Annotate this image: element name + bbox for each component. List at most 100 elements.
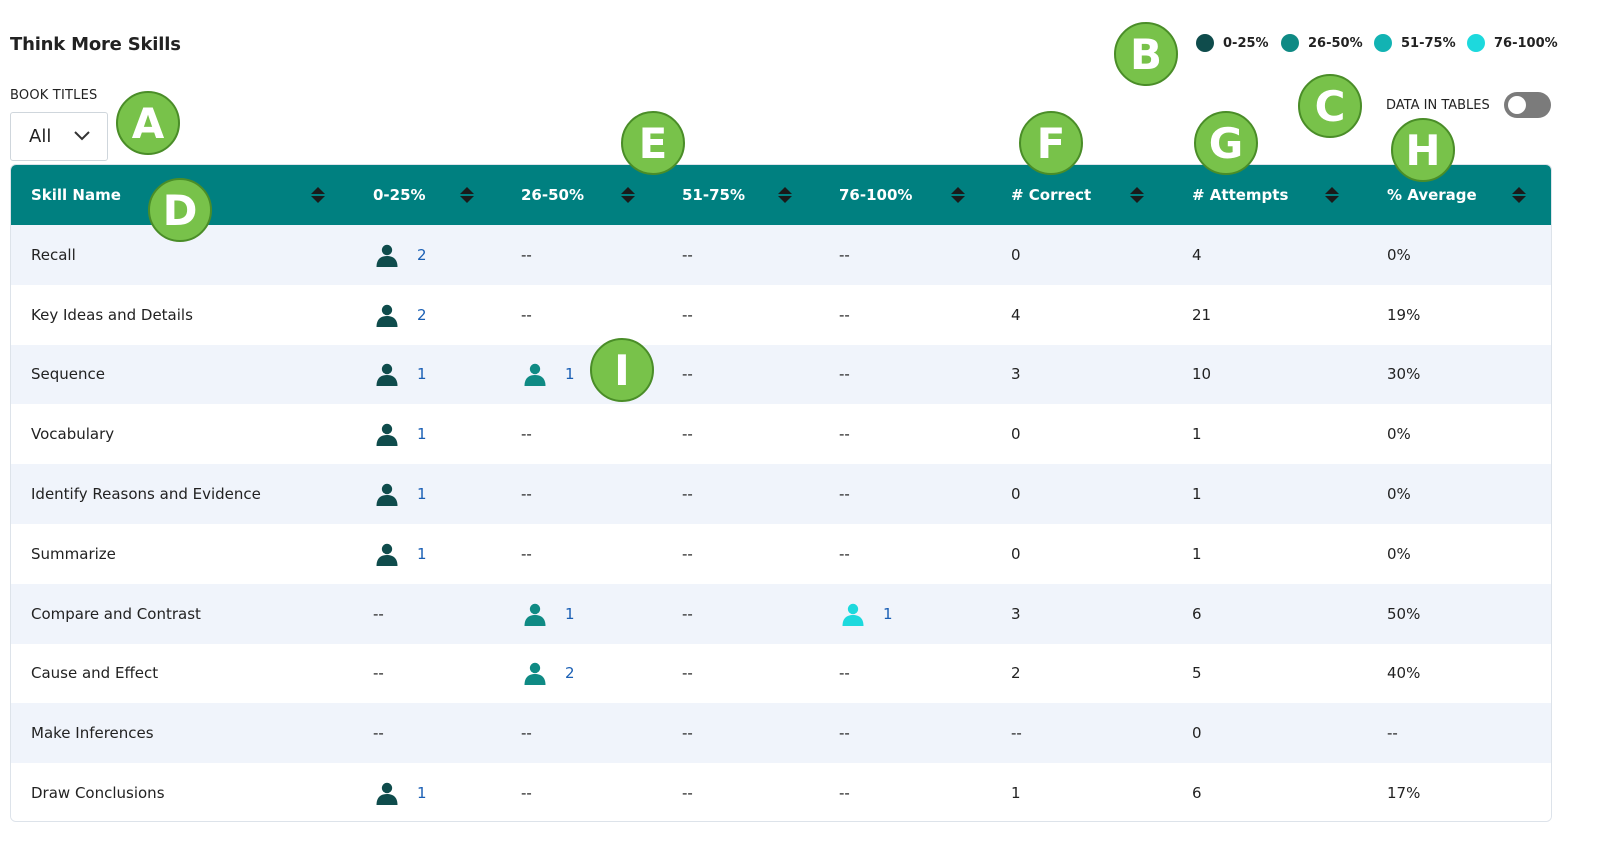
legend-label: 0-25% (1223, 35, 1269, 51)
legend-label: 26-50% (1308, 35, 1363, 51)
sort-icon[interactable] (778, 187, 792, 203)
correct-cell: 2 (1011, 664, 1021, 683)
callout-badge: E (621, 111, 685, 175)
legend-label: 51-75% (1401, 35, 1456, 51)
column-header[interactable]: # Attempts (1192, 165, 1288, 225)
bucket-cell: -- (682, 664, 693, 683)
bucket-cell: -- (521, 245, 532, 264)
book-titles-select[interactable]: All (10, 112, 108, 161)
sort-icon[interactable] (311, 187, 325, 203)
correct-cell: 0 (1011, 485, 1021, 504)
toggle-knob (1507, 96, 1526, 114)
person-icon (376, 364, 398, 387)
avg-cell: 50% (1387, 604, 1421, 623)
student-count-link[interactable]: 1 (417, 784, 427, 802)
sort-icon[interactable] (460, 187, 474, 203)
legend-item: 0-25% (1196, 34, 1281, 52)
bucket-cell: -- (521, 485, 532, 504)
bucket-cell: 2 (375, 225, 427, 285)
table-row: Identify Reasons and Evidence 1 -- -- -- 0 1 0% (11, 464, 1551, 524)
bucket-cell: 2 (375, 285, 427, 345)
legend-label: 76-100% (1494, 35, 1558, 51)
person-icon (376, 424, 398, 447)
bucket-cell: -- (682, 245, 693, 264)
sort-icon[interactable] (621, 187, 635, 203)
table-row: Make Inferences -- -- -- -- -- 0 -- (11, 703, 1551, 764)
sort-icon[interactable] (1512, 187, 1526, 203)
skill-name: Vocabulary (31, 425, 115, 444)
callout-badge: G (1194, 111, 1258, 175)
bucket-cell: -- (373, 664, 384, 683)
student-count-link[interactable]: 1 (417, 485, 427, 503)
callout-badge: H (1391, 118, 1455, 182)
bucket-cell: -- (373, 604, 384, 623)
table-body: Recall 2 -- -- -- 0 4 0% Key Ideas and Details 2 -… (11, 225, 1551, 821)
data-in-tables-toggle[interactable] (1503, 92, 1551, 118)
bucket-cell: -- (839, 784, 850, 803)
callout-badge: A (116, 91, 180, 155)
correct-cell: 1 (1011, 784, 1021, 803)
bucket-cell: -- (839, 305, 850, 324)
sort-icon[interactable] (1130, 187, 1144, 203)
skill-name: Sequence (31, 365, 105, 384)
attempts-cell: 1 (1192, 544, 1202, 563)
bucket-cell: 1 (841, 584, 893, 644)
bucket-cell: -- (682, 365, 693, 384)
table-row: Summarize 1 -- -- -- 0 1 0% (11, 523, 1551, 584)
legend-dot (1281, 34, 1299, 52)
student-count-link[interactable]: 2 (417, 306, 427, 324)
attempts-cell: 0 (1192, 724, 1202, 743)
student-count-link[interactable]: 1 (565, 365, 575, 383)
sort-icon[interactable] (951, 187, 965, 203)
student-count-link[interactable]: 1 (417, 545, 427, 563)
skill-name: Identify Reasons and Evidence (31, 485, 261, 504)
column-header[interactable]: 26-50% (521, 165, 584, 225)
avg-cell: 17% (1387, 784, 1421, 803)
bucket-cell: -- (839, 724, 850, 743)
chevron-down-icon (74, 131, 90, 141)
student-count-link[interactable]: 2 (417, 246, 427, 264)
bucket-cell: -- (682, 724, 693, 743)
avg-cell: 0% (1387, 544, 1411, 563)
bucket-cell: -- (682, 784, 693, 803)
sort-icon[interactable] (1325, 187, 1339, 203)
bucket-cell: -- (682, 604, 693, 623)
correct-cell: 3 (1011, 604, 1021, 623)
skill-name: Key Ideas and Details (31, 305, 193, 324)
bucket-cell: 1 (375, 404, 427, 464)
bucket-cell: -- (839, 664, 850, 683)
column-header[interactable]: 0-25% (373, 165, 426, 225)
skill-name: Recall (31, 245, 76, 264)
callout-badge: C (1298, 74, 1362, 138)
skill-name: Make Inferences (31, 724, 154, 743)
book-titles-label: BOOK TITLES (10, 88, 98, 103)
column-header[interactable]: 51-75% (682, 165, 745, 225)
correct-cell: 4 (1011, 305, 1021, 324)
bucket-cell: 1 (523, 345, 575, 405)
bucket-cell: -- (682, 425, 693, 444)
bucket-cell: -- (839, 425, 850, 444)
person-icon (376, 543, 398, 566)
column-header[interactable]: 76-100% (839, 165, 912, 225)
student-count-link[interactable]: 1 (565, 605, 575, 623)
student-count-link[interactable]: 2 (565, 664, 575, 682)
person-icon (842, 603, 864, 626)
person-icon (376, 244, 398, 267)
bucket-cell: -- (373, 724, 384, 743)
skill-name: Summarize (31, 544, 116, 563)
correct-cell: 0 (1011, 425, 1021, 444)
person-icon (524, 663, 546, 686)
bucket-cell: -- (839, 544, 850, 563)
student-count-link[interactable]: 1 (883, 605, 893, 623)
student-count-link[interactable]: 1 (417, 425, 427, 443)
legend: 0-25% 26-50% 51-75% 76-100% (1196, 34, 1558, 52)
person-icon (376, 304, 398, 327)
skill-name: Compare and Contrast (31, 604, 201, 623)
column-header[interactable]: Skill Name (31, 165, 121, 225)
data-in-tables-control: DATA IN TABLES (1386, 92, 1551, 118)
bucket-cell: 1 (375, 345, 427, 405)
bucket-cell: -- (521, 544, 532, 563)
bucket-cell: 1 (523, 584, 575, 644)
student-count-link[interactable]: 1 (417, 365, 427, 383)
skill-name: Draw Conclusions (31, 784, 165, 803)
